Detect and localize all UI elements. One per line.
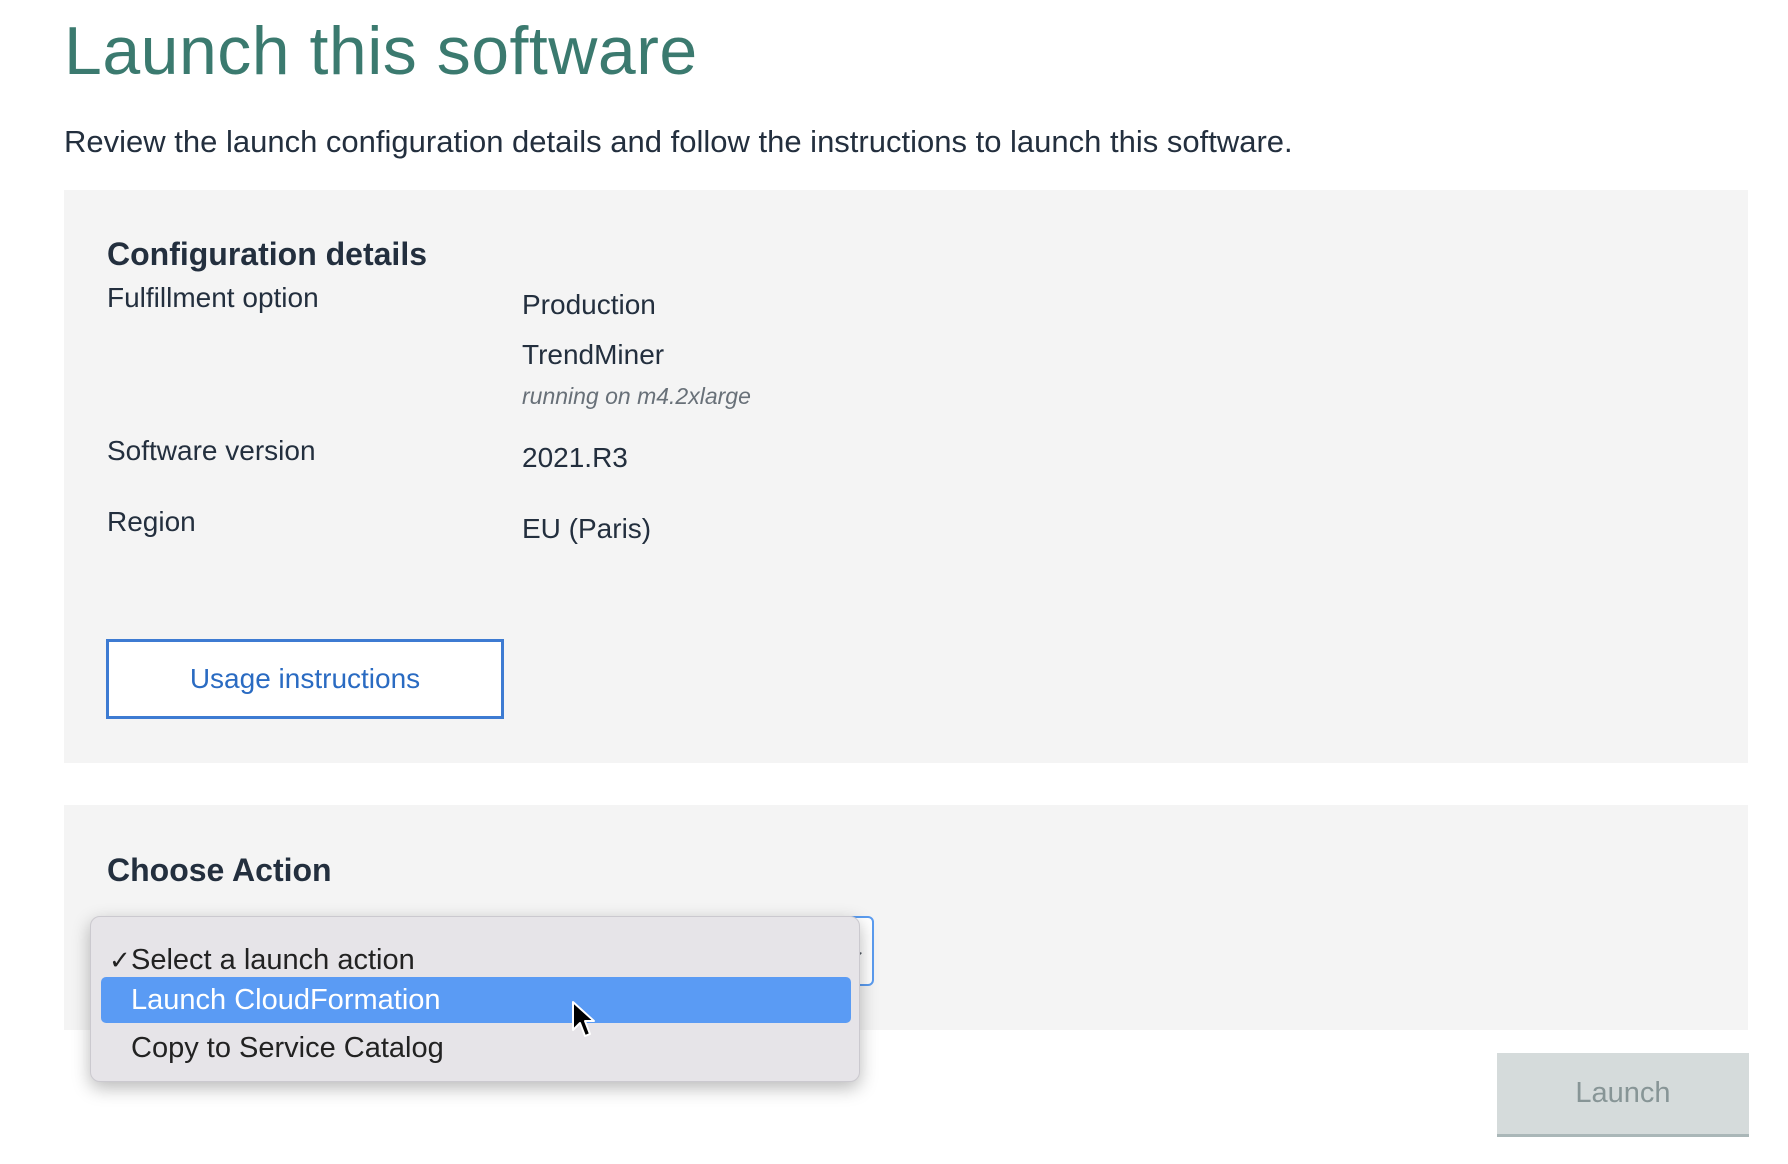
launch-button[interactable]: Launch [1497, 1053, 1749, 1137]
menu-option-label: Launch CloudFormation [131, 984, 441, 1016]
menu-option-launch-cloudformation[interactable]: Launch CloudFormation [101, 977, 851, 1023]
region-label: Region [107, 506, 196, 537]
launch-action-dropdown-menu: ✓ Select a launch action Launch CloudFor… [90, 916, 860, 1082]
menu-option-label: Copy to Service Catalog [131, 1032, 444, 1064]
usage-instructions-button[interactable]: Usage instructions [106, 639, 504, 719]
page-title: Launch this software [64, 13, 698, 89]
configuration-details-heading: Configuration details [107, 236, 427, 272]
menu-option-copy-to-service-catalog[interactable]: Copy to Service Catalog [101, 1025, 851, 1071]
instance-type-note: running on m4.2xlarge [522, 383, 751, 409]
software-version-label: Software version [107, 435, 316, 466]
menu-option-label: Select a launch action [131, 944, 415, 976]
mouse-pointer-icon [572, 1001, 595, 1037]
region-value: EU (Paris) [522, 513, 652, 544]
software-version-value: 2021.R3 [522, 442, 628, 473]
fulfillment-option-label: Fulfillment option [107, 282, 319, 313]
configuration-details-panel: Configuration details Fulfillment option… [64, 190, 1748, 763]
fulfillment-option-value: Production [522, 289, 656, 320]
choose-action-heading: Choose Action [107, 852, 332, 888]
page-subtitle: Review the launch configuration details … [64, 124, 1293, 159]
product-name: TrendMiner [522, 339, 665, 370]
